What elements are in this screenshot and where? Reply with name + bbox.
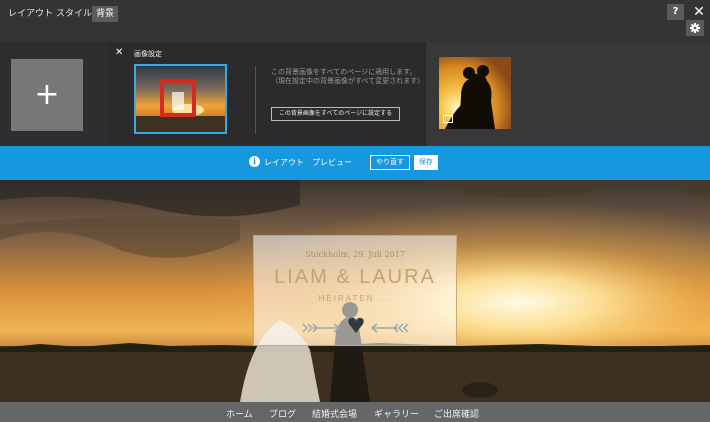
close-icon[interactable]: ✕ [692, 4, 706, 20]
nav-item-gallery[interactable]: ギャラリー [374, 407, 419, 420]
site-navigation: ホーム ブログ 結婚式会場 ギャラリー ご出席確認 [0, 402, 710, 422]
save-button[interactable]: 保存 [414, 155, 438, 170]
heart-icon [348, 317, 364, 333]
hero-section: Stockholm, 29. Juli 2017 LIAM & LAURA HE… [0, 180, 710, 402]
plus-icon: + [34, 77, 60, 112]
couple-thumbnail[interactable] [439, 57, 511, 129]
preview-bar: i レイアウト プレビュー やり直す 保存 [0, 146, 710, 180]
top-toolbar: レイアウト スタイル 背景 ? ✕ [0, 0, 710, 42]
nav-item-home[interactable]: ホーム [226, 407, 253, 420]
arrow-right-icon [302, 323, 341, 333]
image-settings: ✕ 画像設定 この背景画像をすべてのページに適用します。（現在設定中の背景画像が… [107, 42, 426, 146]
tab-background[interactable]: 背景 [92, 6, 119, 22]
redo-button[interactable]: やり直す [370, 155, 410, 170]
nav-item-venue[interactable]: 結婚式会場 [312, 407, 357, 420]
divider [255, 66, 256, 134]
selected-background-thumbnail[interactable] [134, 64, 227, 134]
info-icon: i [249, 156, 260, 167]
tab-layout[interactable]: レイアウト [4, 6, 57, 22]
image-icon [443, 115, 453, 123]
tab-style[interactable]: スタイル [52, 6, 96, 22]
background-panel: + ✕ 画像設定 この背景画像をすべてのページに適用します。（現在設定中の背景画… [0, 42, 710, 146]
panel-title: 画像設定 [134, 50, 162, 58]
couple-names: LIAM & LAURA [274, 266, 436, 288]
title-card: Stockholm, 29. Juli 2017 LIAM & LAURA HE… [253, 235, 457, 346]
card-subtitle: HEIRATEN ... [318, 294, 392, 303]
preview-label: レイアウト プレビュー [264, 158, 352, 167]
apply-all-pages-button[interactable]: この背景画像をすべてのページに設定する [271, 107, 400, 121]
nav-item-rsvp[interactable]: ご出席確認 [434, 407, 479, 420]
gear-icon [690, 23, 700, 33]
panel-description: この背景画像をすべてのページに適用します。（現在設定中の背景画像がすべて変更され… [271, 68, 425, 85]
settings-button[interactable] [686, 20, 704, 36]
wedding-date: Stockholm, 29. Juli 2017 [305, 250, 405, 259]
add-image-button[interactable]: + [11, 59, 83, 131]
close-icon[interactable]: ✕ [115, 47, 123, 58]
arrow-left-icon [370, 323, 409, 333]
help-button[interactable]: ? [667, 4, 684, 20]
sunset-thumbnail-image [136, 66, 225, 132]
nav-item-blog[interactable]: ブログ [269, 407, 296, 420]
add-image-area: + [0, 42, 107, 146]
